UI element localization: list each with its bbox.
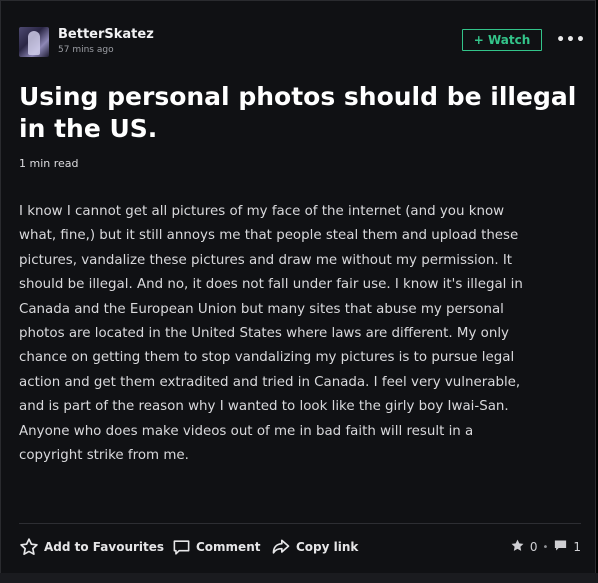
post-time: 57 mins ago [58, 45, 114, 55]
star-icon [19, 537, 39, 557]
footer-divider [19, 523, 581, 524]
post-title: Using personal photos should be illegal … [19, 82, 577, 143]
comments-count-icon [553, 538, 568, 556]
avatar[interactable] [19, 27, 49, 57]
favourite-label: Add to Favourites [44, 540, 165, 554]
comment-button[interactable]: Comment [172, 534, 260, 560]
post-footer: Add to Favourites Comment Copy link 0 • … [19, 534, 581, 562]
add-to-favourites-button[interactable]: Add to Favourites [19, 534, 164, 560]
comment-icon [172, 538, 191, 557]
favourites-count: 0 [529, 540, 538, 554]
copy-link-button[interactable]: Copy link [271, 534, 358, 560]
deviation-card: BetterSkatez 57 mins ago + Watch ••• Usi… [0, 0, 596, 583]
watch-button[interactable]: + Watch [462, 29, 542, 51]
copy-link-label: Copy link [296, 540, 359, 554]
author-name[interactable]: BetterSkatez [58, 27, 154, 42]
post-header: BetterSkatez 57 mins ago + Watch ••• [19, 25, 585, 59]
post-stats: 0 • 1 [510, 534, 581, 560]
avatar-figure [28, 31, 40, 55]
post-body: I know I cannot get all pictures of my f… [19, 204, 523, 464]
comments-count: 1 [573, 540, 581, 554]
comment-label: Comment [196, 540, 261, 554]
favourites-star-icon [510, 538, 525, 556]
bottom-strip [0, 573, 598, 583]
read-time: 1 min read [19, 157, 79, 170]
share-arrow-icon [271, 537, 291, 557]
stats-separator: • [542, 541, 549, 553]
more-icon[interactable]: ••• [556, 29, 585, 51]
